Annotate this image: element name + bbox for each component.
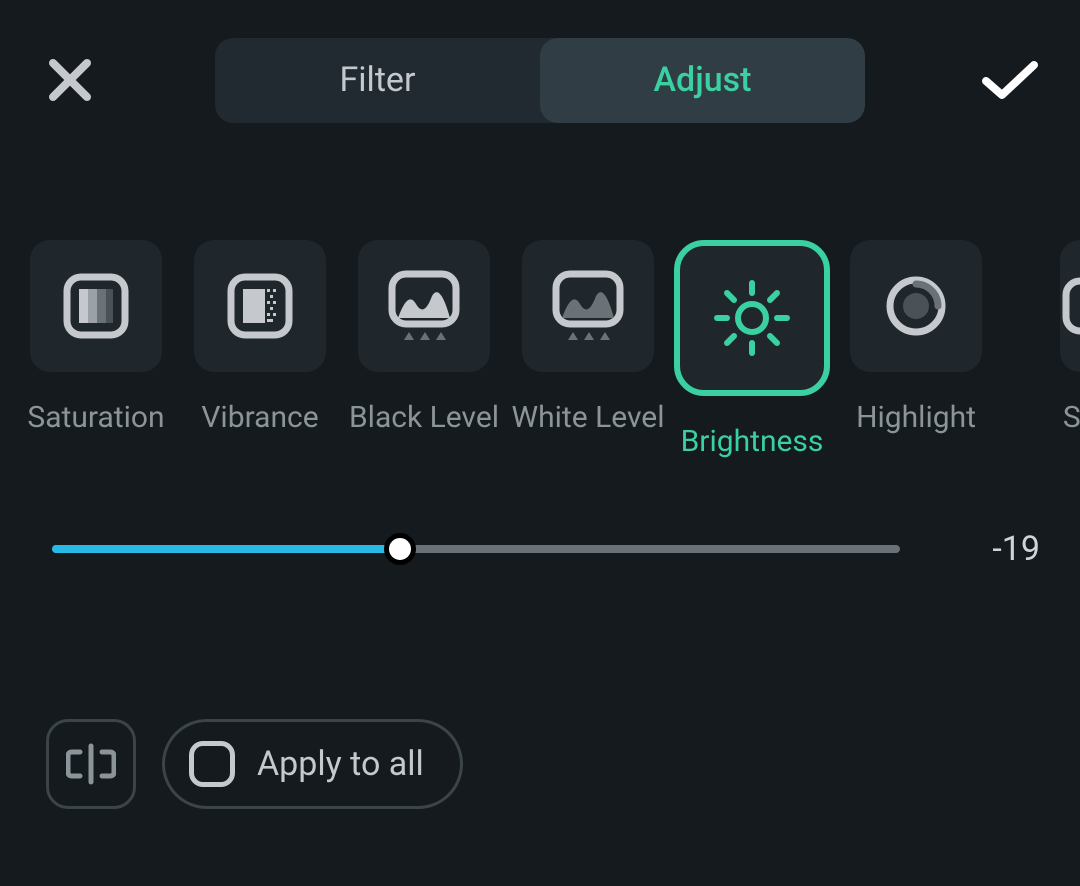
adjust-tile: [1060, 240, 1080, 372]
adjust-tile: [850, 240, 982, 372]
slider-value: -19: [960, 529, 1040, 569]
adjust-tile: [30, 240, 162, 372]
header: Filter Adjust: [0, 0, 1080, 130]
adjust-tile: [194, 240, 326, 372]
tab-label: Filter: [339, 60, 415, 100]
adjust-white-level[interactable]: White Level: [522, 240, 654, 459]
adjust-black-level[interactable]: Black Level: [358, 240, 490, 459]
shadow-icon: [1060, 271, 1080, 341]
tab-label: Adjust: [654, 60, 752, 100]
brightness-icon: [707, 273, 797, 363]
check-icon: [980, 57, 1040, 103]
slider-fill: [52, 545, 400, 553]
adjust-highlight[interactable]: Highlight: [850, 240, 982, 459]
adjust-shadow[interactable]: Sh: [1014, 240, 1080, 459]
slider-row: -19: [0, 459, 1080, 569]
apply-to-all-label: Apply to all: [257, 744, 424, 784]
confirm-button[interactable]: [980, 50, 1040, 110]
tab-group: Filter Adjust: [215, 38, 865, 123]
black-level-icon: [384, 268, 464, 344]
adjust-label: Sh: [1063, 400, 1080, 435]
tab-adjust[interactable]: Adjust: [540, 38, 865, 123]
adjust-vibrance[interactable]: Vibrance: [194, 240, 326, 459]
adjust-tile: [522, 240, 654, 372]
highlight-icon: [881, 271, 951, 341]
adjust-label: Black Level: [349, 400, 499, 435]
tab-filter[interactable]: Filter: [215, 38, 540, 123]
bottom-row: Apply to all: [0, 569, 1080, 809]
vibrance-icon: [225, 271, 295, 341]
adjust-label: White Level: [511, 400, 664, 435]
adjust-tile: [674, 240, 830, 396]
adjust-saturation[interactable]: Saturation: [30, 240, 162, 459]
adjust-tile: [358, 240, 490, 372]
apply-to-all-checkbox[interactable]: [189, 741, 235, 787]
adjust-brightness[interactable]: Brightness: [686, 240, 818, 459]
adjustments-row[interactable]: Saturation Vibrance: [0, 130, 1080, 459]
adjust-label: Highlight: [856, 400, 976, 435]
white-level-icon: [548, 268, 628, 344]
brightness-slider[interactable]: [52, 534, 900, 564]
close-icon: [47, 57, 93, 103]
saturation-icon: [61, 271, 131, 341]
adjust-label: Brightness: [681, 424, 824, 459]
adjust-label: Saturation: [27, 400, 164, 435]
compare-icon: [66, 742, 116, 786]
close-button[interactable]: [40, 50, 100, 110]
slider-thumb[interactable]: [384, 533, 416, 565]
compare-button[interactable]: [46, 719, 136, 809]
apply-to-all-button[interactable]: Apply to all: [162, 719, 463, 809]
adjust-label: Vibrance: [201, 400, 318, 435]
